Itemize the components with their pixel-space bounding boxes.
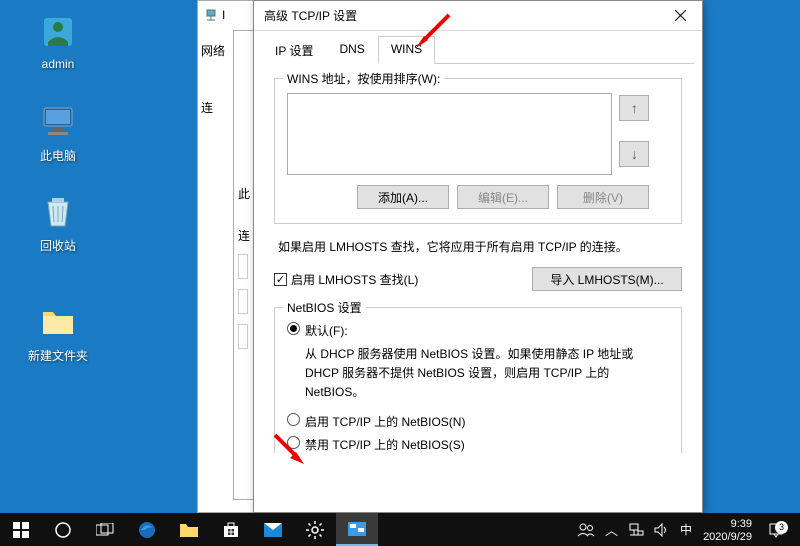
advanced-tcpip-dialog: 高级 TCP/IP 设置 IP 设置 DNS WINS WINS 地址，按使用排… bbox=[253, 0, 703, 513]
mail-icon bbox=[263, 522, 283, 538]
lmhosts-checkbox[interactable]: ✓ bbox=[274, 273, 287, 286]
netbios-disable-label: 禁用 TCP/IP 上的 NetBIOS(S) bbox=[305, 436, 669, 453]
remove-button[interactable]: 删除(V) bbox=[557, 185, 649, 209]
cortana-button[interactable] bbox=[42, 513, 84, 546]
circle-icon bbox=[54, 521, 72, 539]
trash-icon bbox=[34, 190, 82, 234]
edit-button[interactable]: 编辑(E)... bbox=[457, 185, 549, 209]
netbios-default-radio[interactable] bbox=[287, 322, 300, 335]
desktop-icon-newfolder[interactable]: 新建文件夹 bbox=[20, 300, 96, 364]
tray-volume[interactable] bbox=[649, 513, 675, 546]
move-up-button[interactable]: ↑ bbox=[619, 95, 649, 121]
tray-people[interactable] bbox=[572, 513, 600, 546]
volume-icon bbox=[654, 523, 670, 537]
edge-icon bbox=[137, 520, 157, 540]
clock-time: 9:39 bbox=[703, 518, 752, 531]
tab-row: IP 设置 DNS WINS bbox=[262, 35, 694, 64]
system-tray: ︿ 中 9:39 2020/9/29 3 bbox=[572, 513, 800, 546]
tray-ime[interactable]: 中 bbox=[675, 513, 697, 546]
taskbar-app-network[interactable] bbox=[336, 513, 378, 546]
arrow-down-icon: ↓ bbox=[631, 146, 638, 162]
tray-network[interactable] bbox=[623, 513, 649, 546]
lmhosts-checkbox-label: 启用 LMHOSTS 查找(L) bbox=[291, 271, 418, 288]
taskview-icon bbox=[96, 523, 114, 537]
netbios-disable-radio[interactable] bbox=[287, 436, 300, 449]
windows-icon bbox=[13, 522, 29, 538]
dialog-title: 高级 TCP/IP 设置 bbox=[264, 7, 658, 24]
tab-dns[interactable]: DNS bbox=[326, 36, 377, 64]
netbios-default-label: 默认(F): bbox=[305, 322, 669, 339]
people-icon bbox=[577, 523, 595, 537]
user-icon bbox=[34, 10, 82, 54]
arrow-up-icon: ↑ bbox=[631, 100, 638, 116]
notification-badge: 3 bbox=[775, 521, 788, 534]
wins-group-legend: WINS 地址，按使用排序(W): bbox=[283, 70, 444, 87]
close-icon bbox=[675, 10, 686, 21]
taskbar-clock[interactable]: 9:39 2020/9/29 bbox=[697, 515, 760, 544]
tab-wins[interactable]: WINS bbox=[378, 36, 435, 64]
tray-expand[interactable]: ︿ bbox=[600, 513, 623, 546]
wins-address-listbox[interactable] bbox=[287, 93, 612, 175]
netbios-legend: NetBIOS 设置 bbox=[283, 299, 366, 316]
move-down-button[interactable]: ↓ bbox=[619, 141, 649, 167]
taskview-button[interactable] bbox=[84, 513, 126, 546]
taskbar-app-settings[interactable] bbox=[294, 513, 336, 546]
start-button[interactable] bbox=[0, 513, 42, 546]
taskbar-app-edge[interactable] bbox=[126, 513, 168, 546]
close-button[interactable] bbox=[658, 1, 702, 31]
netbios-enable-radio[interactable] bbox=[287, 413, 300, 426]
computer-icon bbox=[34, 100, 82, 144]
import-lmhosts-button[interactable]: 导入 LMHOSTS(M)... bbox=[532, 267, 682, 291]
notification-button[interactable]: 3 bbox=[760, 522, 792, 538]
desktop-icon-label: 此电脑 bbox=[20, 147, 96, 164]
desktop-icon-label: admin bbox=[20, 57, 96, 71]
folder-icon bbox=[34, 300, 82, 344]
chevron-up-icon: ︿ bbox=[605, 520, 618, 539]
netbios-enable-label: 启用 TCP/IP 上的 NetBIOS(N) bbox=[305, 413, 669, 430]
netbios-group: NetBIOS 设置 默认(F): 从 DHCP 服务器使用 NetBIOS 设… bbox=[274, 307, 682, 453]
folder-icon bbox=[179, 521, 199, 539]
ethernet-icon bbox=[628, 523, 644, 537]
lmhosts-info: 如果启用 LMHOSTS 查找，它将应用于所有启用 TCP/IP 的连接。 bbox=[278, 238, 682, 255]
network-icon bbox=[204, 8, 218, 22]
desktop-icon-recycle[interactable]: 回收站 bbox=[20, 190, 96, 254]
clock-date: 2020/9/29 bbox=[703, 531, 752, 544]
desktop-icon-label: 回收站 bbox=[20, 237, 96, 254]
wins-address-group: WINS 地址，按使用排序(W): ↑ ↓ 添加(A)... 编辑(E)... … bbox=[274, 78, 682, 224]
desktop-icon-label: 新建文件夹 bbox=[20, 347, 96, 364]
store-icon bbox=[222, 521, 240, 539]
taskbar: ︿ 中 9:39 2020/9/29 3 bbox=[0, 513, 800, 546]
titlebar[interactable]: 高级 TCP/IP 设置 bbox=[254, 1, 702, 31]
desktop-icon-thispc[interactable]: 此电脑 bbox=[20, 100, 96, 164]
gear-icon bbox=[305, 520, 325, 540]
taskbar-app-mail[interactable] bbox=[252, 513, 294, 546]
taskbar-app-store[interactable] bbox=[210, 513, 252, 546]
taskbar-app-explorer[interactable] bbox=[168, 513, 210, 546]
network-settings-icon bbox=[347, 521, 367, 537]
desktop-icon-admin[interactable]: admin bbox=[20, 10, 96, 71]
add-button[interactable]: 添加(A)... bbox=[357, 185, 449, 209]
tab-ip[interactable]: IP 设置 bbox=[262, 36, 326, 64]
netbios-default-desc: 从 DHCP 服务器使用 NetBIOS 设置。如果使用静态 IP 地址或 DH… bbox=[305, 345, 669, 403]
